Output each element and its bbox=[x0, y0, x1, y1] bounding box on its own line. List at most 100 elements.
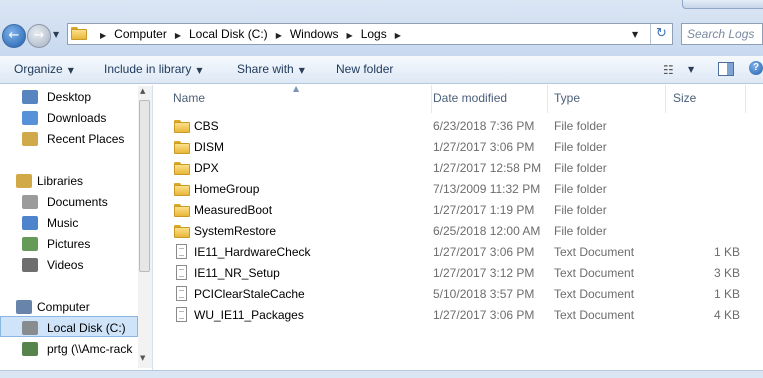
file-date: 6/23/2018 7:36 PM bbox=[433, 119, 535, 133]
scroll-up-icon[interactable]: ▲ bbox=[140, 87, 145, 95]
file-row[interactable]: HomeGroup 7/13/2009 11:32 PM File folder bbox=[153, 179, 763, 200]
change-view-icon[interactable]: ☷ bbox=[663, 63, 674, 77]
new-folder-button[interactable]: New folder bbox=[336, 62, 393, 76]
nav-item[interactable]: Music bbox=[0, 213, 138, 233]
breadcrumb-separator-icon[interactable]: ▶ bbox=[347, 31, 353, 40]
file-name: IE11_HardwareCheck bbox=[194, 245, 311, 259]
share-with-button[interactable]: Share with ▼ bbox=[237, 62, 305, 76]
pictures-icon bbox=[22, 237, 38, 251]
nav-item[interactable]: Documents bbox=[0, 192, 138, 212]
file-type: File folder bbox=[554, 203, 607, 217]
refresh-icon[interactable]: ↻ bbox=[650, 24, 672, 44]
documents-icon bbox=[22, 195, 38, 209]
breadcrumb-separator-icon[interactable]: ▶ bbox=[175, 31, 181, 40]
folder-icon bbox=[174, 204, 190, 217]
nav-item[interactable]: Videos bbox=[0, 255, 138, 275]
nav-item-label: Computer bbox=[37, 300, 90, 314]
file-size bbox=[667, 200, 740, 221]
file-date: 1/27/2017 3:12 PM bbox=[433, 266, 535, 280]
computer-icon bbox=[16, 300, 32, 314]
nav-item[interactable]: Local Disk (C:) bbox=[0, 318, 138, 338]
address-history-dropdown[interactable]: ▼ bbox=[632, 30, 638, 39]
nav-item-label: Recent Places bbox=[47, 132, 125, 146]
file-row[interactable]: CBS 6/23/2018 7:36 PM File folder bbox=[153, 116, 763, 137]
chevron-down-icon: ▼ bbox=[196, 66, 203, 75]
file-type: File folder bbox=[554, 119, 607, 133]
breadcrumb-item-windows[interactable]: Windows bbox=[290, 27, 339, 41]
breadcrumb-item-logs[interactable]: Logs bbox=[361, 27, 387, 41]
nav-item[interactable]: Recent Places bbox=[0, 129, 138, 149]
column-header-type[interactable]: Type bbox=[547, 85, 666, 113]
search-input[interactable]: Search Logs bbox=[681, 23, 763, 45]
command-bar: Organize ▼ Include in library ▼ Share with… bbox=[0, 56, 763, 84]
scroll-down-icon[interactable]: ▼ bbox=[140, 354, 145, 362]
breadcrumb-separator-icon[interactable]: ▶ bbox=[395, 31, 401, 40]
file-row[interactable]: IE11_HardwareCheck 1/27/2017 3:06 PM Text … bbox=[153, 242, 763, 263]
file-type: Text Document bbox=[554, 308, 635, 322]
file-row[interactable]: SystemRestore 6/25/2018 12:00 AM File fold… bbox=[153, 221, 763, 242]
column-header-date-label: Date modified bbox=[433, 91, 508, 105]
new-folder-label: New folder bbox=[336, 62, 394, 76]
file-type: Text Document bbox=[554, 287, 635, 301]
folder-icon bbox=[71, 27, 87, 40]
file-row[interactable]: DPX 1/27/2017 12:58 PM File folder bbox=[153, 158, 763, 179]
include-in-library-button[interactable]: Include in library ▼ bbox=[104, 62, 203, 76]
back-arrow-icon: ← bbox=[8, 28, 20, 43]
file-type: Text Document bbox=[554, 245, 635, 259]
address-bar[interactable]: ▶ Computer ▶ Local Disk (C:) ▶ Windows ▶ Logs ▶ bbox=[67, 23, 673, 45]
nav-item-label: Pictures bbox=[47, 237, 91, 251]
recent-pages-dropdown[interactable]: ▼ bbox=[53, 30, 59, 39]
file-name: PCIClearStaleCache bbox=[194, 287, 305, 301]
file-name: SystemRestore bbox=[194, 224, 277, 238]
breadcrumb-item-local-disk[interactable]: Local Disk (C:) bbox=[189, 27, 268, 41]
nav-scrollbar-thumb[interactable] bbox=[139, 100, 150, 272]
breadcrumb-item-computer[interactable]: Computer bbox=[114, 27, 167, 41]
file-date: 1/27/2017 3:06 PM bbox=[433, 140, 535, 154]
nav-item[interactable]: Downloads bbox=[0, 108, 138, 128]
file-size: 1 KB bbox=[713, 245, 740, 259]
file-size: 3 KB bbox=[713, 266, 740, 280]
nav-item[interactable]: prtg (\\Amc-rack bbox=[0, 339, 138, 359]
share-with-label: Share with bbox=[237, 62, 294, 76]
text-document-icon bbox=[174, 244, 190, 259]
text-document-icon bbox=[174, 265, 190, 280]
window-caption-buttons[interactable] bbox=[682, 0, 763, 9]
file-row[interactable]: IE11_NR_Setup 1/27/2017 3:12 PM Text Docum… bbox=[153, 263, 763, 284]
column-header-date-modified[interactable]: Date modified bbox=[426, 85, 548, 113]
back-button[interactable]: ← bbox=[2, 24, 26, 48]
file-size bbox=[667, 221, 740, 242]
file-size bbox=[667, 137, 740, 158]
network-drive-icon bbox=[22, 342, 38, 356]
file-type: File folder bbox=[554, 224, 607, 238]
nav-item-label: Desktop bbox=[47, 90, 92, 104]
file-row[interactable]: WU_IE11_Packages 1/27/2017 3:06 PM Text Do… bbox=[153, 305, 763, 326]
file-date: 1/27/2017 3:06 PM bbox=[433, 308, 535, 322]
file-date: 1/27/2017 3:06 PM bbox=[433, 245, 535, 259]
libraries-icon bbox=[16, 174, 32, 188]
forward-button[interactable]: → bbox=[27, 24, 51, 48]
file-name: IE11_NR_Setup bbox=[194, 266, 280, 280]
folder-icon bbox=[174, 162, 190, 175]
breadcrumb-separator-icon[interactable]: ▶ bbox=[100, 31, 106, 40]
file-row[interactable]: MeasuredBoot 1/27/2017 1:19 PM File folder bbox=[153, 200, 763, 221]
nav-item[interactable]: Computer bbox=[0, 297, 138, 317]
file-row[interactable]: PCIClearStaleCache 5/10/2018 3:57 PM Text … bbox=[153, 284, 763, 305]
organize-button[interactable]: Organize ▼ bbox=[14, 62, 74, 76]
file-type: File folder bbox=[554, 182, 607, 196]
nav-item-label: Music bbox=[47, 216, 79, 230]
help-icon[interactable]: ? bbox=[749, 61, 763, 75]
nav-item[interactable]: Desktop bbox=[0, 87, 138, 107]
breadcrumb: ▶ Computer ▶ Local Disk (C:) ▶ Windows ▶ Logs ▶ bbox=[92, 24, 409, 44]
nav-item-label: Documents bbox=[47, 195, 108, 209]
file-size bbox=[667, 179, 740, 200]
nav-item[interactable]: Pictures bbox=[0, 234, 138, 254]
column-header-size[interactable]: Size bbox=[666, 85, 746, 113]
column-header-type-label: Type bbox=[554, 91, 581, 105]
breadcrumb-separator-icon[interactable]: ▶ bbox=[276, 31, 282, 40]
nav-item[interactable]: Libraries bbox=[0, 171, 138, 191]
preview-pane-icon[interactable] bbox=[718, 62, 734, 76]
music-icon bbox=[22, 216, 38, 230]
view-options-dropdown[interactable]: ▼ bbox=[688, 65, 694, 74]
file-row[interactable]: DISM 1/27/2017 3:06 PM File folder bbox=[153, 137, 763, 158]
file-size: 4 KB bbox=[713, 308, 740, 322]
